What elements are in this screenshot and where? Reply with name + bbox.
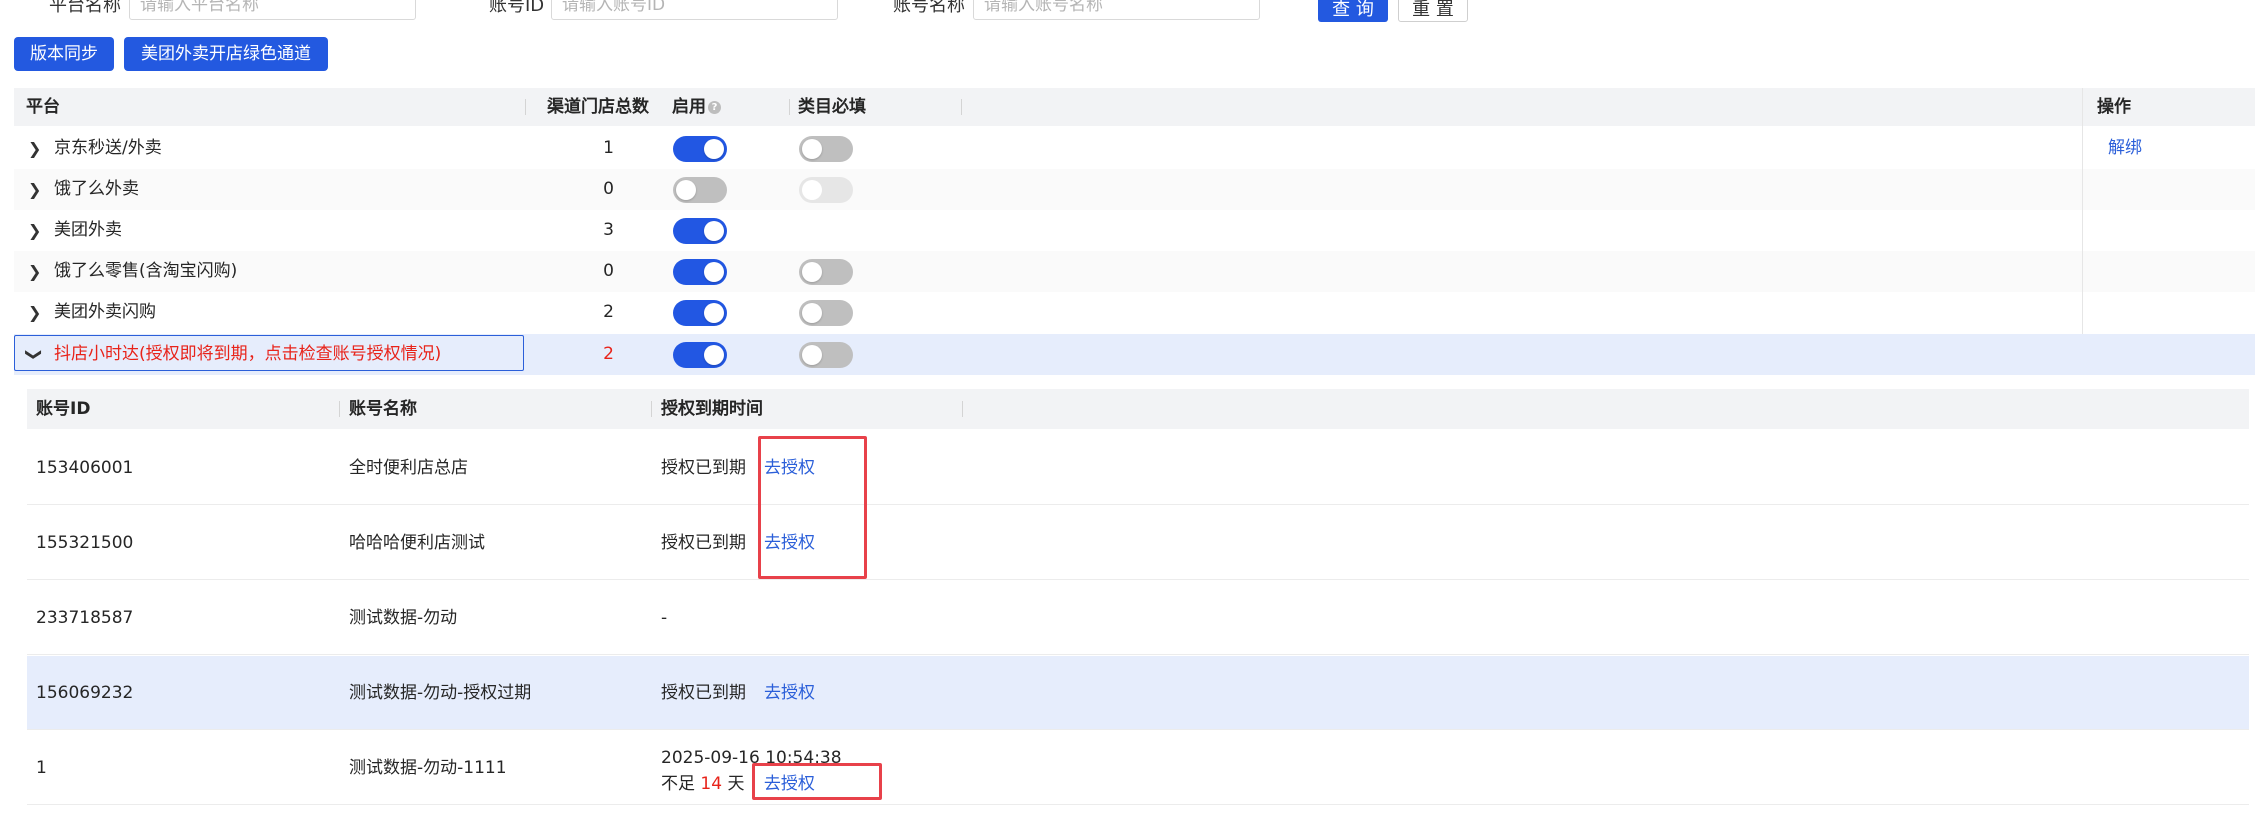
reset-button[interactable]: 重 置	[1398, 0, 1468, 22]
unbind-link[interactable]: 解绑	[2108, 128, 2142, 169]
platform-name-warning[interactable]: 抖店小时达(授权即将到期，点击检查账号授权情况)	[54, 334, 441, 375]
account-id: 233718587	[36, 608, 134, 628]
query-button[interactable]: 查 询	[1318, 0, 1388, 22]
store-count: 2	[603, 344, 614, 364]
platform-name: 美团外卖闪购	[54, 302, 156, 322]
col-account-name: 账号名称	[349, 399, 417, 419]
enabled-toggle[interactable]	[673, 259, 727, 285]
auth-status: -	[661, 608, 668, 628]
platform-name: 饿了么零售(含淘宝闪购)	[54, 261, 238, 281]
col-resize-handle[interactable]	[961, 99, 962, 115]
account-id: 156069232	[36, 683, 134, 703]
account-name-input[interactable]	[973, 0, 1260, 20]
remain-days: 14	[700, 774, 723, 794]
store-count: 0	[603, 261, 614, 281]
col-store-count: 渠道门店总数	[547, 97, 649, 117]
col-auth-expire: 授权到期时间	[661, 399, 763, 419]
platform-row[interactable]: ❯ 京东秒送/外卖 1 解绑	[14, 128, 2255, 169]
category-required-toggle	[799, 177, 853, 203]
version-sync-button[interactable]: 版本同步	[14, 37, 114, 71]
platform-name: 美团外卖	[54, 220, 122, 240]
chevron-right-icon[interactable]: ❯	[28, 251, 41, 292]
operation-column-divider	[2082, 88, 2083, 334]
platform-name-label: 平台名称	[49, 0, 121, 16]
remain-prefix: 不足	[661, 774, 695, 794]
col-resize-handle[interactable]	[651, 401, 652, 417]
annotation-highlight-box	[752, 763, 882, 800]
account-name: 测试数据-勿动	[349, 608, 458, 628]
remain-suffix: 天	[727, 774, 745, 794]
help-icon[interactable]: ?	[708, 100, 721, 114]
account-row: 153406001 全时便利店总店 授权已到期 去授权	[27, 431, 2249, 505]
platform-row[interactable]: ❯ 美团外卖闪购 2	[14, 292, 2255, 333]
account-row: 1 测试数据-勿动-1111 2025-09-16 10:54:38 不足 14…	[27, 731, 2249, 805]
platform-row-expanded[interactable]: ❯ 抖店小时达(授权即将到期，点击检查账号授权情况) 2	[14, 334, 2255, 375]
category-required-toggle[interactable]	[799, 136, 853, 162]
platform-name: 京东秒送/外卖	[54, 138, 162, 158]
account-id: 155321500	[36, 533, 134, 553]
account-id-label: 账号ID	[489, 0, 545, 16]
store-count: 0	[603, 179, 614, 199]
enabled-toggle[interactable]	[673, 218, 727, 244]
col-resize-handle[interactable]	[962, 401, 963, 417]
enabled-toggle[interactable]	[673, 177, 727, 203]
col-enabled-label: 启用	[672, 97, 706, 117]
platform-name-input[interactable]	[129, 0, 416, 20]
account-table-header: 账号ID 账号名称 授权到期时间	[27, 389, 2249, 429]
account-row: 233718587 测试数据-勿动 -	[27, 581, 2249, 655]
platform-name: 饿了么外卖	[54, 179, 139, 199]
col-resize-handle[interactable]	[525, 99, 526, 115]
enabled-toggle[interactable]	[673, 342, 727, 368]
platform-row[interactable]: ❯ 饿了么零售(含淘宝闪购) 0	[14, 251, 2255, 292]
chevron-right-icon[interactable]: ❯	[28, 292, 41, 333]
category-required-toggle[interactable]	[799, 259, 853, 285]
account-id-input[interactable]	[551, 0, 838, 20]
enabled-toggle[interactable]	[673, 136, 727, 162]
col-account-id: 账号ID	[36, 399, 91, 419]
authorize-link[interactable]: 去授权	[764, 683, 815, 703]
enabled-toggle[interactable]	[673, 300, 727, 326]
col-resize-handle[interactable]	[789, 99, 790, 115]
chevron-right-icon[interactable]: ❯	[28, 210, 41, 251]
platform-row[interactable]: ❯ 美团外卖 3	[14, 210, 2255, 251]
account-name: 测试数据-勿动-授权过期	[349, 683, 532, 703]
meituan-green-channel-button[interactable]: 美团外卖开店绿色通道	[124, 37, 328, 71]
account-name: 哈哈哈便利店测试	[349, 533, 485, 553]
account-row: 155321500 哈哈哈便利店测试 授权已到期 去授权	[27, 506, 2249, 580]
auth-status: 授权已到期	[661, 458, 746, 478]
platform-row[interactable]: ❯ 饿了么外卖 0	[14, 169, 2255, 210]
account-row-hovered: 156069232 测试数据-勿动-授权过期 授权已到期 去授权	[27, 656, 2249, 730]
store-count: 2	[603, 302, 614, 322]
col-enabled: 启用?	[672, 88, 721, 126]
account-id: 153406001	[36, 458, 134, 478]
chevron-right-icon[interactable]: ❯	[28, 169, 41, 210]
col-operation: 操作	[2097, 97, 2131, 117]
chevron-down-icon[interactable]: ❯	[14, 348, 55, 361]
annotation-highlight-box	[758, 436, 867, 579]
store-count: 3	[603, 220, 614, 240]
store-count: 1	[603, 138, 614, 158]
account-name: 测试数据-勿动-1111	[349, 758, 507, 778]
account-name-label: 账号名称	[893, 0, 965, 16]
col-category-required: 类目必填	[798, 97, 866, 117]
category-required-toggle[interactable]	[799, 300, 853, 326]
col-resize-handle[interactable]	[339, 401, 340, 417]
auth-status: 授权已到期	[661, 683, 746, 703]
auth-status: 授权已到期	[661, 533, 746, 553]
category-required-toggle[interactable]	[799, 342, 853, 368]
platform-table-header: 平台 渠道门店总数 启用? 类目必填 操作	[14, 88, 2255, 126]
account-name: 全时便利店总店	[349, 458, 468, 478]
account-id: 1	[36, 758, 47, 778]
chevron-right-icon[interactable]: ❯	[28, 128, 41, 169]
col-platform: 平台	[26, 97, 60, 117]
